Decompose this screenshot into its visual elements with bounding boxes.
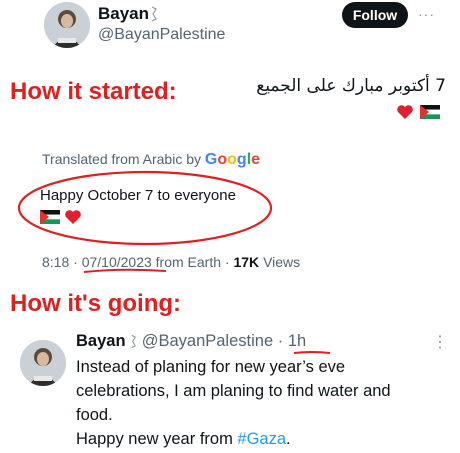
more-options-icon[interactable]: ⋮ bbox=[432, 332, 448, 352]
tweet2-line: Happy new year from #Gaza. bbox=[76, 427, 454, 451]
tweet2-header: Bayan @BayanPalestine · 1h bbox=[76, 332, 306, 351]
palestine-flag-icon bbox=[420, 104, 440, 119]
avatar-image bbox=[44, 2, 90, 48]
original-arabic-text: 7 أكتوبر مبارك على الجميع bbox=[256, 76, 446, 96]
tweet2-line: food. bbox=[76, 406, 113, 424]
tweet2-line: Instead of planing for new year’s eve bbox=[76, 358, 346, 376]
translated-emoji-row bbox=[40, 208, 82, 226]
translated-tweet-text: Happy October 7 to everyone bbox=[40, 187, 236, 204]
more-options-icon[interactable]: ··· bbox=[418, 6, 435, 22]
tweet2-body: Instead of planing for new year’s eve ce… bbox=[76, 355, 454, 451]
avatar[interactable] bbox=[44, 2, 90, 48]
author-handle[interactable]: @BayanPalestine bbox=[98, 26, 225, 44]
tweet-meta: 8:18 · 07/10/2023 from Earth · 17K Views bbox=[42, 254, 301, 270]
verified-badge-icon bbox=[131, 335, 137, 349]
tweet-age[interactable]: · 1h bbox=[278, 332, 306, 350]
red-heart-icon bbox=[65, 209, 82, 224]
author-name[interactable]: Bayan bbox=[76, 332, 126, 350]
red-heart-icon bbox=[396, 104, 413, 119]
author-handle[interactable]: @BayanPalestine bbox=[142, 332, 273, 350]
follow-button[interactable]: Follow bbox=[342, 2, 408, 28]
palestine-flag-icon bbox=[40, 209, 60, 224]
tweet2-line-prefix: Happy new year from bbox=[76, 430, 233, 448]
author-name[interactable]: Bayan bbox=[98, 4, 149, 24]
avatar[interactable] bbox=[20, 340, 66, 386]
views-count: 17K bbox=[233, 254, 260, 270]
translated-from-label: Translated from Arabic by bbox=[42, 151, 201, 167]
google-logo: Google bbox=[204, 151, 261, 168]
tweet2-line: celebrations, I am planing to find water… bbox=[76, 382, 391, 400]
arabic-emoji-row bbox=[396, 103, 440, 121]
verified-badge-icon bbox=[151, 6, 157, 22]
how-its-going-label: How it's going: bbox=[10, 290, 182, 317]
views-label: Views bbox=[263, 254, 301, 270]
tweet2-line-suffix: . bbox=[286, 430, 291, 448]
hashtag-link[interactable]: #Gaza bbox=[237, 430, 286, 448]
translation-attribution[interactable]: Translated from Arabic by Google bbox=[42, 151, 260, 169]
tweet-time[interactable]: 8:18 bbox=[42, 254, 69, 270]
how-it-started-label: How it started: bbox=[10, 78, 177, 105]
date-underline-annotation bbox=[83, 268, 167, 273]
avatar-image bbox=[20, 340, 66, 386]
